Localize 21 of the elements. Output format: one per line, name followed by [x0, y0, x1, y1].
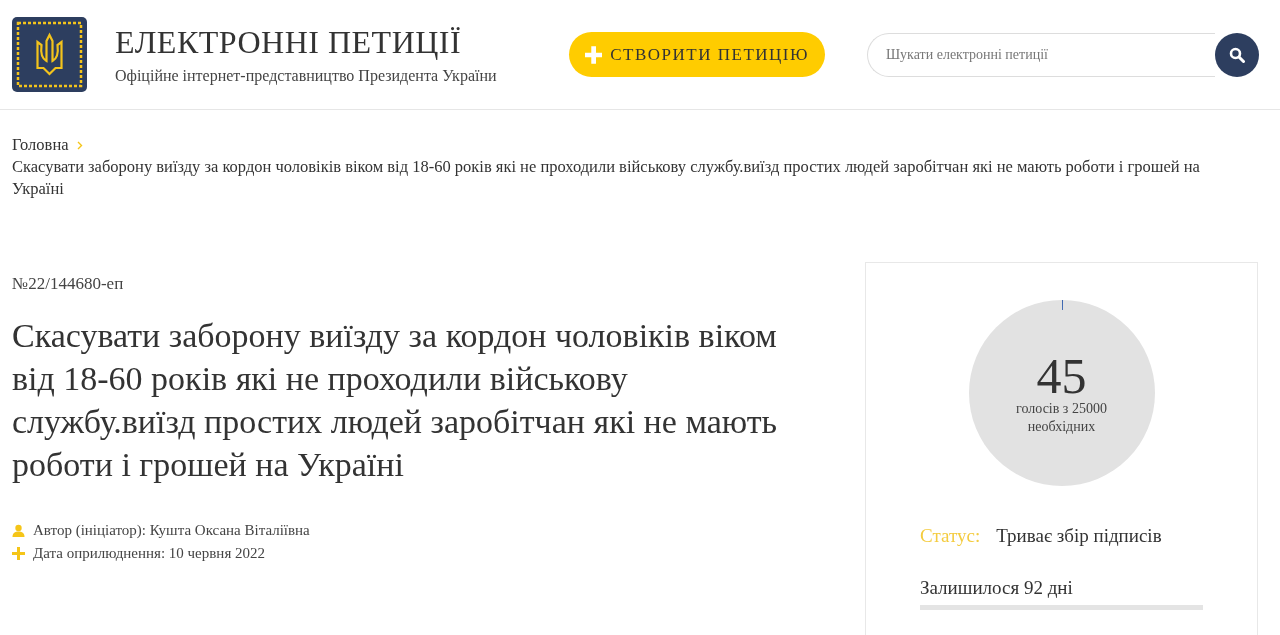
- status-label: Статус:: [920, 525, 981, 547]
- search-button[interactable]: [1215, 32, 1259, 77]
- site-subtitle: Офіційне інтернет-представництво Президента України: [115, 67, 497, 85]
- plus-icon: [585, 43, 603, 66]
- search-icon: [1229, 46, 1245, 63]
- create-petition-button[interactable]: СТВОРИТИ ПЕТИЦІЮ: [569, 32, 825, 77]
- petition-title: Скасувати заборону виїзду за кордон чоловіків віком від 18-60 років які не проходили військову службу.виїзд простих людей заробітчан які не мають роботи і грошей на Україні: [12, 316, 779, 485]
- vote-caption: голосів з 25000 необхідних: [1015, 400, 1108, 436]
- breadcrumb-link[interactable]: Головна: [12, 134, 69, 156]
- site-title: ЕЛЕКТРОННІ ПЕТИЦІЇ: [115, 24, 463, 61]
- petition-meta: Дата оприлюднення: 10 червня 2022: [33, 545, 266, 562]
- breadcrumb-current: Скасувати заборону виїзду за кордон чоловіків віком від 18-60 років які не проходили військову службу.виїзд простих людей заробітчан які не мають роботи і грошей на Україні: [12, 156, 1201, 200]
- person-icon: [12, 524, 25, 537]
- chevron-icon: [76, 140, 83, 150]
- status-value: Триває збір підписів: [996, 525, 1162, 547]
- plus-icon: [12, 547, 25, 560]
- petition-meta: Автор (ініціатор): Кушта Оксана Віталіївна: [33, 522, 310, 539]
- petition-number: №22/144680-еп: [12, 274, 125, 294]
- vote-count: 45: [1036, 352, 1087, 400]
- days-remaining: Залишилося 92 дні: [920, 577, 1074, 599]
- search-field[interactable]: Шукати електронні петиції: [867, 32, 1215, 77]
